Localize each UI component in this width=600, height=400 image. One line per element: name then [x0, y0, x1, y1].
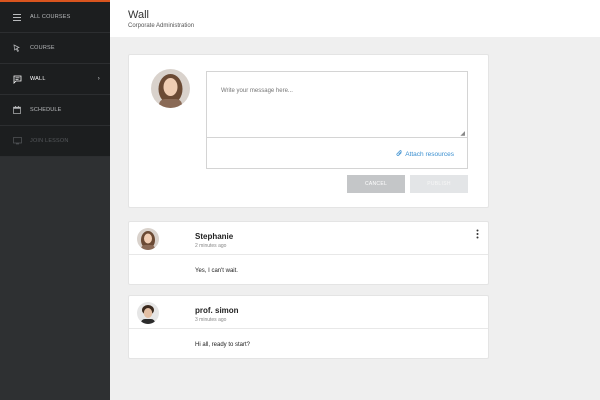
sidebar-item-label: SCHEDULE: [30, 107, 62, 113]
post-header: prof. simon 3 minutes ago: [129, 296, 488, 329]
attach-resources-link[interactable]: Attach resources: [396, 150, 454, 159]
page-title: Wall: [128, 9, 149, 21]
page-subtitle: Corporate Administration: [128, 23, 195, 29]
more-vert-icon[interactable]: [476, 229, 479, 239]
wall-post: prof. simon 3 minutes ago Hi all, ready …: [128, 295, 489, 359]
sidebar-item-label: ALL COURSES: [30, 14, 71, 20]
sidebar: ALL COURSES COURSE WALL › SCHEDULE JOIN …: [0, 0, 110, 400]
sidebar-item-label: COURSE: [30, 45, 55, 51]
chat-icon: [12, 74, 22, 84]
publish-button[interactable]: PUBLISH: [410, 175, 468, 193]
post-composer: ◢ Attach resources CANCEL PUBLISH: [128, 54, 489, 208]
cursor-icon: [12, 43, 22, 53]
wall-post: Stephanie 2 minutes ago Yes, I can't wai…: [128, 221, 489, 285]
sidebar-nav: ALL COURSES COURSE WALL › SCHEDULE JOIN …: [0, 0, 110, 157]
post-author: Stephanie: [195, 232, 234, 241]
sidebar-item-schedule[interactable]: SCHEDULE: [0, 95, 110, 126]
attach-resources-label: Attach resources: [405, 151, 454, 158]
post-time: 2 minutes ago: [195, 243, 227, 249]
message-editor: ◢ Attach resources: [206, 71, 468, 169]
sidebar-item-all-courses[interactable]: ALL COURSES: [0, 2, 110, 33]
chevron-right-icon: ›: [97, 76, 100, 82]
message-input[interactable]: [207, 72, 467, 138]
resize-handle-icon[interactable]: ◢: [460, 130, 465, 137]
paperclip-icon: [396, 150, 403, 159]
post-author: prof. simon: [195, 306, 239, 315]
page-header: Wall Corporate Administration: [110, 0, 600, 37]
sidebar-item-wall[interactable]: WALL ›: [0, 64, 110, 95]
post-text: Yes, I can't wait.: [195, 268, 238, 274]
avatar: [137, 302, 159, 324]
sidebar-item-label: WALL: [30, 76, 46, 82]
avatar: [137, 228, 159, 250]
sidebar-item-course[interactable]: COURSE: [0, 33, 110, 64]
calendar-icon: [12, 105, 22, 115]
sidebar-item-label: JOIN LESSON: [30, 138, 69, 144]
monitor-icon: [12, 136, 22, 146]
sidebar-item-join-lesson: JOIN LESSON: [0, 126, 110, 157]
post-time: 3 minutes ago: [195, 317, 227, 323]
menu-icon: [12, 12, 22, 22]
post-header: Stephanie 2 minutes ago: [129, 222, 488, 255]
post-text: Hi all, ready to start?: [195, 342, 251, 348]
avatar: [151, 69, 190, 108]
cancel-button[interactable]: CANCEL: [347, 175, 405, 193]
